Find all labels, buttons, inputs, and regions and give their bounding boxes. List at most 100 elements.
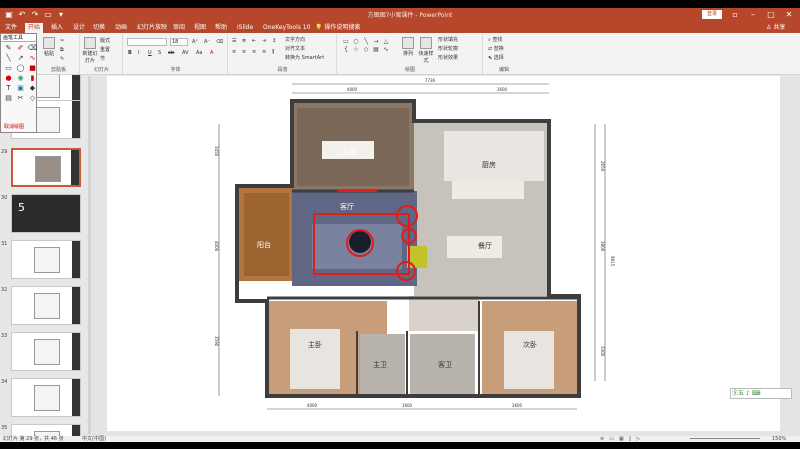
align-text-button[interactable]: 对齐文本 bbox=[285, 45, 305, 53]
layers-icon[interactable]: ◇ bbox=[27, 94, 38, 103]
slide-thumbnail[interactable]: 5 bbox=[11, 194, 81, 233]
slide-thumbnail[interactable] bbox=[11, 424, 81, 436]
close-icon[interactable]: ✕ bbox=[782, 8, 796, 22]
layout-button[interactable]: 版式 bbox=[100, 37, 110, 45]
replace-button[interactable]: ⇄ 替换 bbox=[488, 45, 504, 53]
font-color-icon[interactable]: A bbox=[210, 49, 213, 57]
tab-help[interactable]: 帮助 bbox=[212, 23, 230, 33]
ribbon-display-icon[interactable]: ▫ bbox=[728, 8, 742, 22]
reset-button[interactable]: 重置 bbox=[100, 46, 110, 54]
dropdown-icon[interactable]: ▾ bbox=[56, 9, 66, 20]
fill-rect-icon[interactable]: ■ bbox=[27, 64, 38, 73]
bold-icon[interactable]: B bbox=[128, 49, 132, 57]
grow-font-icon[interactable]: A⁺ bbox=[192, 38, 198, 46]
convert-smartart-button[interactable]: 转换为 SmartArt bbox=[285, 54, 324, 62]
present-icon[interactable]: ▭ bbox=[43, 9, 53, 20]
slide-thumbnail[interactable] bbox=[11, 332, 81, 371]
arrange-button[interactable]: 排列 bbox=[400, 36, 416, 62]
italic-icon[interactable]: I bbox=[138, 49, 139, 57]
ellipse-tool-icon[interactable]: ◯ bbox=[15, 64, 26, 73]
strikethrough-icon[interactable]: ab bbox=[168, 49, 174, 57]
oval-shape-icon[interactable]: ○ bbox=[352, 38, 360, 45]
shape-outline-button[interactable]: 形状轮廓 bbox=[438, 45, 458, 53]
cut-tool-icon[interactable]: ✂ bbox=[15, 94, 26, 103]
shape-fill-button[interactable]: 形状填充 bbox=[438, 36, 458, 44]
bullets-icon[interactable]: ☰ bbox=[232, 37, 236, 45]
shapes-gallery[interactable]: ▭ ○ ╲ → △ {☆ ◇ ▤ ∿ bbox=[341, 37, 397, 53]
color-picker-icon[interactable]: ◉ bbox=[15, 74, 26, 83]
tab-transitions[interactable]: 切换 bbox=[90, 23, 108, 33]
textbox-shape-icon[interactable]: ▤ bbox=[372, 46, 380, 53]
tab-file[interactable]: 文件 bbox=[2, 23, 20, 33]
thumbnail-scrollbar[interactable] bbox=[88, 76, 91, 434]
maximize-icon[interactable]: □ bbox=[764, 8, 778, 22]
line-tool-icon[interactable]: ╲ bbox=[3, 54, 14, 63]
brace-shape-icon[interactable]: { bbox=[342, 46, 350, 53]
new-slide-button[interactable]: 新建幻灯片 bbox=[82, 36, 98, 64]
indent-decrease-icon[interactable]: ⇤ bbox=[252, 37, 256, 45]
font-size-field[interactable]: 18 bbox=[170, 38, 188, 46]
curve-shape-icon[interactable]: ∿ bbox=[382, 46, 390, 53]
align-center-icon[interactable]: ≡ bbox=[242, 48, 246, 56]
rect-tool-icon[interactable]: ▭ bbox=[3, 64, 14, 73]
arrow-tool-icon[interactable]: ↗ bbox=[15, 54, 26, 63]
redo-icon[interactable]: ↷ bbox=[30, 9, 40, 20]
undo-icon[interactable]: ↶ bbox=[17, 9, 27, 20]
slide-thumbnail[interactable] bbox=[11, 148, 81, 187]
line-shape-icon[interactable]: ╲ bbox=[362, 38, 370, 45]
align-right-icon[interactable]: ≡ bbox=[252, 48, 256, 56]
char-spacing-icon[interactable]: AV bbox=[182, 49, 189, 57]
image-tool-icon[interactable]: ▤ bbox=[3, 94, 14, 103]
tab-slideshow[interactable]: 幻灯片放映 bbox=[134, 23, 170, 33]
screen-icon[interactable]: ▣ bbox=[15, 84, 26, 93]
cancel-drawing-button[interactable]: 取消绘图 bbox=[4, 123, 24, 130]
cut-icon[interactable]: ✂ bbox=[60, 37, 64, 45]
callout-shape-icon[interactable]: ◇ bbox=[362, 46, 370, 53]
zoom-slider[interactable] bbox=[690, 438, 760, 439]
curve-tool-icon[interactable]: ∿ bbox=[27, 54, 38, 63]
text-tool-icon[interactable]: T bbox=[3, 84, 14, 93]
tell-me-search[interactable]: 💡 操作说明搜索 bbox=[312, 23, 363, 33]
indent-increase-icon[interactable]: ⇥ bbox=[262, 37, 266, 45]
change-case-icon[interactable]: Aa bbox=[196, 49, 202, 57]
font-family-field[interactable] bbox=[127, 38, 167, 46]
clear-format-icon[interactable]: ⌫ bbox=[216, 38, 223, 46]
justify-icon[interactable]: ≡ bbox=[262, 48, 266, 56]
tab-onekeytools[interactable]: OneKeyTools 10 bbox=[260, 23, 313, 33]
align-left-icon[interactable]: ≡ bbox=[232, 48, 236, 56]
tab-home[interactable]: 开始 bbox=[25, 23, 44, 33]
highlighter-icon[interactable]: ▮ bbox=[27, 74, 38, 83]
tab-animations[interactable]: 动画 bbox=[112, 23, 130, 33]
slide-thumbnail[interactable] bbox=[11, 286, 81, 325]
tab-view[interactable]: 视图 bbox=[191, 23, 209, 33]
line-spacing-icon[interactable]: ↕ bbox=[272, 37, 276, 45]
copy-icon[interactable]: ⧉ bbox=[60, 46, 64, 54]
shadow-icon[interactable]: S bbox=[158, 49, 161, 57]
rectangle-shape-icon[interactable]: ▭ bbox=[342, 38, 350, 45]
minimize-icon[interactable]: – bbox=[746, 8, 760, 22]
arrow-shape-icon[interactable]: → bbox=[372, 38, 380, 45]
underline-icon[interactable]: U bbox=[148, 49, 152, 57]
marker-icon[interactable]: ✐ bbox=[15, 44, 26, 53]
slide-thumbnail[interactable] bbox=[11, 240, 81, 279]
red-dot-icon[interactable]: ● bbox=[3, 74, 14, 83]
tab-review[interactable]: 审阅 bbox=[170, 23, 188, 33]
shape-effects-button[interactable]: 形状效果 bbox=[438, 54, 458, 62]
shrink-font-icon[interactable]: A⁻ bbox=[204, 38, 210, 46]
find-button[interactable]: ⌕ 查找 bbox=[488, 36, 502, 44]
pen-icon[interactable]: ✎ bbox=[3, 44, 14, 53]
login-button[interactable]: 登录 bbox=[702, 10, 722, 19]
text-direction-button[interactable]: 文字方向 bbox=[285, 36, 305, 44]
share-button[interactable]: ♙ 共享 bbox=[766, 23, 785, 33]
wps-toolbar-badge[interactable]: Ⓢ五 ♪ ⌨ bbox=[730, 388, 792, 399]
section-button[interactable]: 节 bbox=[100, 55, 105, 63]
tab-design[interactable]: 设计 bbox=[70, 23, 88, 33]
tab-islide[interactable]: iSlide bbox=[234, 23, 256, 33]
tab-insert[interactable]: 插入 bbox=[48, 23, 66, 33]
numbering-icon[interactable]: ≣ bbox=[242, 37, 246, 45]
star-shape-icon[interactable]: ☆ bbox=[352, 46, 360, 53]
select-button[interactable]: ⬉ 选择 bbox=[488, 54, 504, 62]
save-icon[interactable]: ▣ bbox=[4, 9, 14, 20]
paste-button[interactable]: 粘贴 bbox=[41, 36, 57, 62]
triangle-shape-icon[interactable]: △ bbox=[382, 38, 390, 45]
